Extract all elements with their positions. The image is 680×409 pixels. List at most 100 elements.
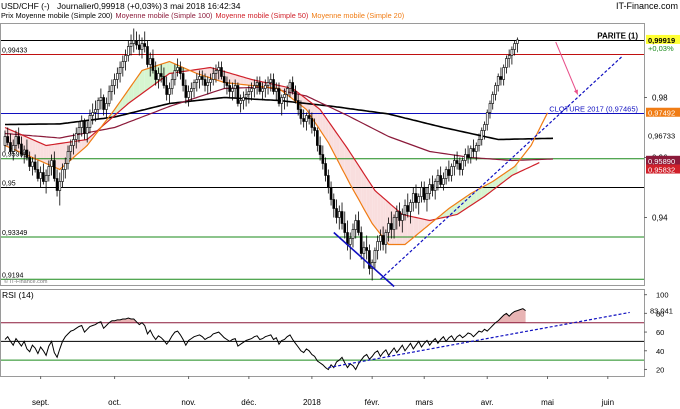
legend-item-4: Moyenne mobile (Simple 20) <box>311 11 404 20</box>
candle-body <box>272 79 275 92</box>
candle-body <box>116 73 119 80</box>
rsi-tick-label-20: 20 <box>656 365 664 374</box>
candle-body <box>63 163 67 170</box>
candle-body <box>433 181 437 191</box>
candle-body <box>173 70 177 80</box>
rsi-panel-frame <box>0 289 645 377</box>
candle-body <box>373 250 377 263</box>
symbol-label: USD/CHF (-) <box>1 1 50 11</box>
ma-cloud-segment <box>229 73 233 84</box>
candle-body <box>184 85 188 98</box>
candle-body <box>442 178 445 185</box>
candle-body <box>39 172 42 179</box>
candle-body <box>428 184 432 194</box>
candle-body <box>450 166 453 176</box>
candle-body <box>17 136 21 145</box>
candle-body <box>192 82 196 89</box>
ma-cloud-segment <box>380 195 384 238</box>
candle-body <box>170 79 174 89</box>
candle-body <box>258 82 262 92</box>
rsi-tick-label-100: 100 <box>656 291 669 300</box>
legend-item-3: Moyenne mobile (Simple 50) <box>215 11 308 20</box>
candle-body <box>3 136 7 146</box>
rsi-tick-label-40: 40 <box>656 347 664 356</box>
candle-body <box>94 109 97 113</box>
candle-body <box>233 85 237 89</box>
candle-body <box>310 118 314 128</box>
candle-body <box>195 79 199 83</box>
candle-body <box>516 39 519 44</box>
candle-body <box>277 88 281 104</box>
candle-body <box>321 154 325 164</box>
legend-item-2: Moyenne mobile (Simple 100) <box>116 11 213 20</box>
candle-body <box>28 157 31 167</box>
candle-body <box>231 88 234 92</box>
candle-body <box>285 88 289 95</box>
level-label-2: 0,99433 <box>2 48 27 55</box>
candle-body <box>146 46 149 65</box>
ma-cloud-segment <box>366 177 370 219</box>
right-label-ma100: 0,95890 <box>648 157 675 166</box>
date-label-4: déc. <box>241 398 256 407</box>
candle-body <box>390 223 393 230</box>
candle-body <box>55 178 59 191</box>
price-tick-label-1: 0,94 <box>652 214 668 223</box>
candle-body <box>357 220 360 233</box>
candle-body <box>327 175 330 188</box>
candle-body <box>296 100 300 110</box>
candle-body <box>439 175 442 185</box>
candle-body <box>107 91 111 104</box>
candle-body <box>307 115 311 119</box>
candle-body <box>359 232 363 254</box>
candle-body <box>387 223 390 233</box>
watermark: © IT-Finance.com <box>4 278 48 285</box>
date-label-10: juin <box>601 398 614 407</box>
candle-body <box>417 196 421 203</box>
candle-body <box>332 199 336 209</box>
candle-body <box>502 67 505 80</box>
candle-body <box>247 91 251 95</box>
candle-body <box>124 55 127 62</box>
candle-body <box>318 145 322 155</box>
candle-body <box>220 67 223 77</box>
ma-cloud-segment <box>377 192 381 234</box>
candle-body <box>162 76 166 86</box>
candle-body <box>466 154 470 158</box>
ma-cloud-segment <box>43 144 47 164</box>
date-label-2: oct. <box>108 398 121 407</box>
level-label-4: 0,95959 <box>2 152 27 159</box>
ma-cloud-segment <box>358 165 362 204</box>
ma-cloud-segment <box>407 215 411 243</box>
price-tick-label-3: 0,98 <box>652 94 668 103</box>
date-axis: sept. oct. nov. déc. 2018 févr. mars avr. mai jui… <box>32 376 614 407</box>
candle-body <box>343 223 347 233</box>
candle-body <box>496 76 500 86</box>
candle-body <box>305 115 308 122</box>
ma-cloud-segment <box>57 143 60 170</box>
chart-header: USD/CHF (-) Journalier 0,99918 (+0,03%) … <box>1 1 678 20</box>
candle-body <box>324 163 327 176</box>
candle-body <box>140 43 144 50</box>
right-label-change: +0,03% <box>648 44 674 53</box>
candle-body <box>50 160 53 167</box>
candle-body <box>302 118 305 122</box>
candle-body <box>148 58 152 65</box>
candle-body <box>269 79 273 83</box>
candle-body <box>313 127 316 131</box>
ma-cloud-segment <box>372 186 375 227</box>
candle-body <box>239 100 242 104</box>
candle-body <box>283 94 286 98</box>
chart-root: USD/CHF (-) Journalier 0,99918 (+0,03%) … <box>0 1 680 407</box>
ma-cloud-segment <box>226 72 230 84</box>
date-label-1: sept. <box>32 398 49 407</box>
ma-cloud-segment <box>232 73 236 84</box>
ma-cloud-segment <box>374 190 378 231</box>
candle-body <box>483 124 486 131</box>
candle-body <box>455 160 459 164</box>
candle-body <box>491 94 495 104</box>
candle-body <box>458 163 462 170</box>
candle-body <box>181 73 185 86</box>
candle-body <box>266 82 270 86</box>
candle-body <box>395 211 399 218</box>
candle-body <box>209 79 212 83</box>
